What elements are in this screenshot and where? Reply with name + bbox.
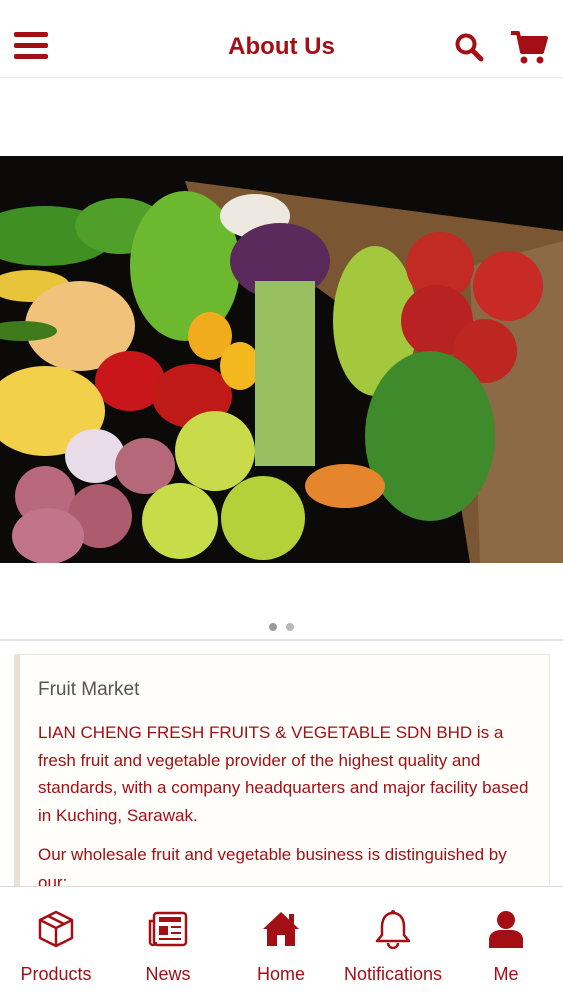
tab-news[interactable]: News: [112, 887, 224, 1000]
about-card: Fruit Market LIAN CHENG FRESH FRUITS & V…: [14, 654, 550, 894]
package-icon: [38, 910, 74, 948]
tab-home[interactable]: Home: [225, 887, 337, 1000]
tab-label: News: [145, 964, 191, 984]
carousel-dot[interactable]: [285, 623, 294, 631]
tab-me[interactable]: Me: [450, 887, 562, 1000]
carousel-pagination[interactable]: [0, 618, 563, 636]
app-header: About Us: [0, 0, 563, 78]
tab-notifications[interactable]: Notifications: [337, 887, 449, 1000]
tab-label: Products: [20, 964, 92, 984]
carousel-dot[interactable]: [269, 623, 278, 631]
about-paragraph: LIAN CHENG FRESH FRUITS & VEGETABLE SDN …: [38, 723, 529, 825]
shopping-cart-icon[interactable]: [510, 30, 548, 66]
home-icon: [263, 912, 299, 946]
tab-products[interactable]: Products: [0, 887, 112, 1000]
bottom-tab-bar: Products News Home Notifications Me: [0, 886, 563, 1000]
banner-carousel[interactable]: [0, 156, 563, 563]
newspaper-icon: [148, 911, 188, 947]
bell-icon: [375, 910, 411, 949]
tab-label: Me: [493, 964, 519, 984]
about-heading: Fruit Market: [38, 679, 140, 700]
search-icon[interactable]: [454, 32, 484, 62]
tab-label: Notifications: [343, 964, 443, 984]
section-divider: [0, 639, 563, 641]
produce-image: [0, 156, 563, 563]
user-icon: [489, 911, 523, 948]
tab-label: Home: [256, 964, 305, 984]
